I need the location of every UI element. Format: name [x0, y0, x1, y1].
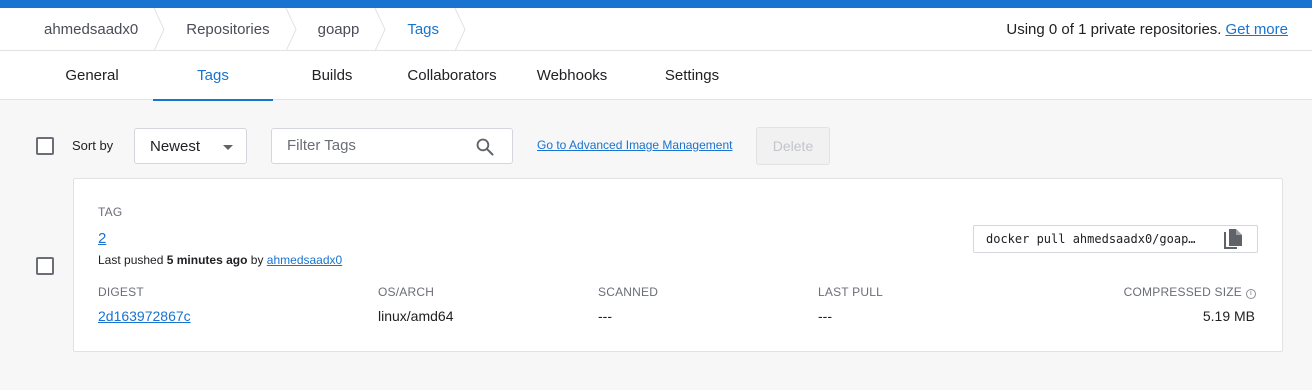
- private-repos-notice: Using 0 of 1 private repositories. Get m…: [1006, 8, 1288, 51]
- breadcrumb-label: ahmedsaadx0: [44, 20, 139, 38]
- compressed-size-label: COMPRESSED SIZE: [1123, 285, 1242, 299]
- tab-settings[interactable]: Settings: [632, 51, 752, 100]
- digest-link[interactable]: 2d163972867c: [98, 308, 191, 324]
- filter-tags-field[interactable]: [271, 128, 513, 164]
- sort-select[interactable]: Newest: [134, 128, 247, 164]
- tag-name-link[interactable]: 2: [98, 230, 106, 247]
- pushed-time: 5 minutes ago: [166, 253, 248, 267]
- breadcrumb: ahmedsaadx0 Repositories goapp Tags Usin…: [0, 8, 1312, 51]
- last-pull-value: ---: [818, 308, 832, 324]
- docker-pull-command[interactable]: docker pull ahmedsaadx0/goapp:2: [986, 232, 1198, 246]
- os-arch-label: OS/ARCH: [378, 285, 435, 299]
- breadcrumb-label: Tags: [407, 20, 440, 38]
- top-accent-bar: [0, 0, 1312, 8]
- scanned-value: ---: [598, 308, 612, 324]
- pushed-prefix: Last pushed: [98, 253, 164, 267]
- last-pull-label: LAST PULL: [818, 285, 883, 299]
- scanned-label: SCANNED: [598, 285, 659, 299]
- breadcrumb-item-repositories[interactable]: Repositories: [166, 8, 297, 51]
- chevron-down-icon: [223, 145, 233, 150]
- delete-button[interactable]: Delete: [756, 127, 830, 165]
- sort-label: Sort by: [72, 138, 114, 153]
- tab-collaborators[interactable]: Collaborators: [392, 51, 512, 100]
- tab-general[interactable]: General: [32, 51, 152, 100]
- docker-pull-command-box: docker pull ahmedsaadx0/goapp:2: [973, 225, 1258, 253]
- tag-card: TAG 2 Last pushed 5 minutes ago by ahmed…: [73, 178, 1283, 352]
- breadcrumb-item-user[interactable]: ahmedsaadx0: [0, 8, 166, 51]
- breadcrumb-separator-icon: [285, 8, 297, 51]
- digest-label: DIGEST: [98, 285, 144, 299]
- tab-label: Webhooks: [536, 67, 608, 84]
- tag-row-checkbox[interactable]: [36, 257, 54, 275]
- tab-tags[interactable]: Tags: [153, 51, 273, 101]
- breadcrumb-separator-icon: [153, 8, 165, 51]
- tag-header-label: TAG: [98, 205, 123, 219]
- sort-value: Newest: [150, 137, 201, 155]
- private-repos-text: Using 0 of 1 private repositories.: [1006, 21, 1222, 38]
- search-icon[interactable]: [475, 137, 495, 157]
- breadcrumb-item-tags[interactable]: Tags: [387, 8, 467, 51]
- tags-toolbar: Sort by Newest Go to Advanced Image Mana…: [0, 127, 1312, 165]
- info-icon[interactable]: i: [1246, 289, 1256, 299]
- tab-label: Collaborators: [407, 67, 497, 84]
- select-all-checkbox[interactable]: [36, 137, 54, 155]
- breadcrumb-item-repo[interactable]: goapp: [298, 8, 388, 51]
- tab-label: Settings: [664, 67, 720, 84]
- tab-label: General: [65, 67, 119, 84]
- tab-webhooks[interactable]: Webhooks: [512, 51, 632, 100]
- breadcrumb-label: goapp: [317, 20, 360, 38]
- tab-builds[interactable]: Builds: [272, 51, 392, 100]
- os-arch-value: linux/amd64: [378, 308, 454, 324]
- advanced-image-management-link[interactable]: Go to Advanced Image Management: [537, 138, 732, 152]
- tab-label: Builds: [311, 67, 353, 84]
- breadcrumb-separator-icon: [454, 8, 466, 51]
- filter-tags-input[interactable]: [287, 137, 467, 154]
- compressed-size-header: COMPRESSED SIZE i: [1124, 285, 1256, 299]
- pushed-by-text: by: [250, 253, 264, 267]
- breadcrumb-separator-icon: [374, 8, 386, 51]
- copy-icon[interactable]: [1223, 228, 1243, 250]
- compressed-size-value: 5.19 MB: [1202, 308, 1255, 324]
- pushed-user-link[interactable]: ahmedsaadx0: [267, 253, 342, 267]
- get-more-link[interactable]: Get more: [1225, 21, 1288, 38]
- last-pushed-info: Last pushed 5 minutes ago by ahmedsaadx0: [98, 253, 342, 267]
- repo-tabs: General Tags Builds Collaborators Webhoo…: [0, 51, 1312, 101]
- tab-label: Tags: [197, 67, 229, 84]
- breadcrumb-label: Repositories: [186, 20, 270, 38]
